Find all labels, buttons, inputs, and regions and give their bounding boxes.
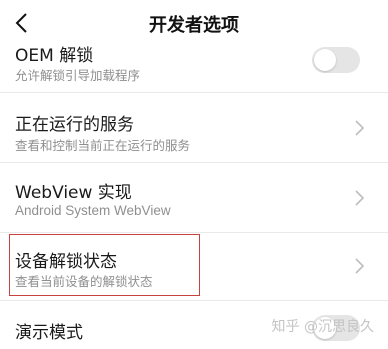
row-title: 演示模式 (15, 323, 83, 343)
page-title: 开发者选项 (149, 15, 239, 36)
oem-unlock-toggle[interactable] (312, 47, 360, 73)
header-bar: 开发者选项 (0, 0, 388, 46)
row-subtitle: 允许解锁引导加载程序 (15, 68, 141, 83)
row-title: 设备解锁状态 (15, 252, 117, 272)
settings-list: OEM 解锁 允许解锁引导加载程序 正在运行的服务 查看和控制当前正在运行的服务… (0, 0, 388, 349)
row-device-unlock-status[interactable]: 设备解锁状态 查看当前设备的解锁状态 (0, 233, 388, 299)
row-running-services[interactable]: 正在运行的服务 查看和控制当前正在运行的服务 (0, 93, 388, 162)
toggle-knob (314, 49, 336, 71)
row-title: WebView 实现 (15, 183, 132, 203)
row-subtitle: Android System WebView (15, 203, 171, 218)
row-subtitle: 查看和控制当前正在运行的服务 (15, 138, 191, 153)
row-title: 正在运行的服务 (15, 115, 134, 135)
watermark: 知乎 @沉思良久 (271, 319, 374, 335)
row-subtitle: 查看当前设备的解锁状态 (15, 274, 153, 289)
chevron-right-icon (355, 190, 365, 206)
chevron-right-icon (355, 258, 365, 274)
chevron-right-icon (355, 120, 365, 136)
row-webview-implementation[interactable]: WebView 实现 Android System WebView (0, 163, 388, 232)
